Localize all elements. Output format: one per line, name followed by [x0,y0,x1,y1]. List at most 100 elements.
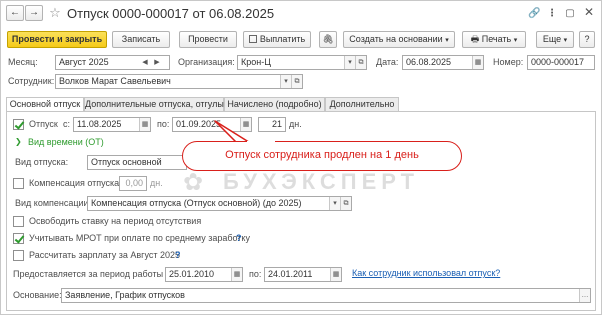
work-period-to-label: по: [249,269,262,279]
window-title: Отпуск 0000-000017 от 06.08.2025 [67,6,275,21]
from-label: с: [63,119,71,129]
compensation-kind-field[interactable]: Компенсация отпуска (Отпуск основной) (д… [87,196,352,211]
more-vert-icon[interactable]: ⋮ [547,7,557,20]
dropdown-icon: ▾ [513,37,518,44]
calc-salary-checkbox[interactable] [13,250,24,261]
star-icon[interactable]: ☆ [48,6,62,19]
tab-additional-vacations[interactable]: Дополнительные отпуска, отгулы [84,97,224,111]
employee-value: Волков Марат Савельевич [59,76,171,86]
date-value: 06.08.2025 [406,57,452,67]
arrow-left-icon[interactable]: ◀ [141,56,149,69]
calendar-icon[interactable]: ▦ [139,118,150,131]
open-icon[interactable]: ⧉ [340,197,351,210]
print-button[interactable]: 🖶 Печать ▾ [462,31,526,48]
open-icon[interactable]: ⧉ [291,75,302,88]
mrot-label: Учитывать МРОТ при оплате по среднему за… [29,233,250,243]
vacation-type-value: Отпуск основной [91,157,162,167]
callout-text: Отпуск сотрудника продлен на 1 день [225,149,419,161]
more-label: Еще [542,34,562,44]
vacation-type-label: Вид отпуска: [15,157,69,167]
work-period-label: Предоставляется за период работы с: [13,269,173,279]
attach-button[interactable]: 🖇 [319,31,337,48]
tab-accrued-detailed[interactable]: Начислено (подробно) [224,97,325,111]
vacation-usage-link[interactable]: Как сотрудник использовал отпуск? [352,268,500,278]
calendar-icon[interactable]: ▦ [330,268,341,281]
work-period-from-value: 25.01.2010 [169,269,215,279]
date-field[interactable]: 06.08.2025 ▦ [402,55,484,70]
watermark-logo-icon: ✿ [183,169,204,196]
open-icon[interactable]: ⧉ [355,56,366,69]
dropdown-icon: ▾ [563,37,568,44]
print-label: Печать [481,34,512,44]
link-icon[interactable]: 🔗 [528,7,540,20]
tab-main-vacation[interactable]: Основной отпуск [6,97,84,112]
work-period-from-field[interactable]: 25.01.2010 ▦ [165,267,243,282]
employee-field[interactable]: Волков Марат Савельевич ▾ ⧉ [55,74,303,89]
free-rate-checkbox[interactable] [13,216,24,227]
time-type-link[interactable]: Вид времени (ОТ) [28,137,104,147]
date-label: Дата: [376,57,399,67]
vacation-type-field[interactable]: Отпуск основной [87,155,187,170]
callout-arrow-joint [247,141,275,143]
number-field[interactable]: 0000-000017 [527,55,595,70]
help-button[interactable]: ? [579,31,595,48]
free-rate-label: Освободить ставку на период отсутствия [29,216,202,226]
expand-chevron-icon[interactable]: ❯ [15,137,22,146]
printer-icon: 🖶 [470,34,480,44]
callout-bubble: Отпуск сотрудника продлен на 1 день [182,141,462,171]
back-button[interactable]: ← [6,5,24,21]
post-button[interactable]: Провести [179,31,237,48]
create-based-on-button[interactable]: Создать на основании ▾ [343,31,455,48]
more-button[interactable]: Еще ▾ [536,31,574,48]
dropdown-icon[interactable]: ▾ [280,75,291,88]
create-based-on-label: Создать на основании [349,34,443,44]
mrot-help-icon[interactable]: ? [236,232,242,245]
organization-field[interactable]: Крон-Ц ▾ ⧉ [237,55,367,70]
work-period-to-value: 24.01.2011 [268,269,313,279]
maximize-icon[interactable]: ▢ [564,7,576,20]
pay-icon [248,35,257,43]
compensation-days-value: 0,00 [125,178,143,188]
number-label: Номер: [493,57,524,67]
calendar-icon[interactable]: ▦ [231,268,242,281]
save-button[interactable]: Записать [112,31,170,48]
tab-additional[interactable]: Дополнительно [325,97,399,111]
arrow-right-icon[interactable]: ▶ [153,56,161,69]
organization-value: Крон-Ц [241,57,271,67]
pay-label: Выплатить [259,34,306,44]
basis-field[interactable]: Заявление, График отпусков … [61,288,591,303]
dropdown-icon[interactable]: ▾ [344,56,355,69]
organization-label: Организация: [178,57,235,67]
close-icon[interactable]: ✕ [583,6,595,19]
work-period-to-field[interactable]: 24.01.2011 ▦ [264,267,342,282]
watermark-text: БУХЭКСПЕРТ [223,169,420,194]
vacation-checkbox[interactable] [13,119,24,130]
calendar-icon[interactable]: ▦ [472,56,483,69]
compensation-kind-label: Вид компенсации: [15,198,92,208]
basis-label: Основание: [13,290,62,300]
from-date-value: 11.08.2025 [77,119,122,129]
title-bar: ← → ☆ Отпуск 0000-000017 от 06.08.2025 🔗… [1,1,601,27]
mrot-checkbox[interactable] [13,233,24,244]
month-value: Август 2025 [59,57,109,67]
to-label: по: [157,119,170,129]
compensation-kind-value: Компенсация отпуска (Отпуск основной) (д… [91,198,302,208]
pay-button[interactable]: Выплатить [243,31,311,48]
compensation-checkbox[interactable] [13,178,24,189]
number-value: 0000-000017 [531,57,585,67]
forward-button[interactable]: → [25,5,43,21]
compensation-days-field[interactable]: 0,00 [119,176,147,191]
from-date-field[interactable]: 11.08.2025 ▦ [73,117,151,132]
calc-salary-help-icon[interactable]: ? [175,249,181,262]
paperclip-icon: 🖇 [322,34,334,44]
more-options-icon[interactable]: … [579,289,590,302]
employee-label: Сотрудник: [8,76,55,86]
dropdown-icon[interactable]: ▾ [329,197,340,210]
compensation-days-unit: дн. [150,178,163,188]
month-label: Месяц: [8,57,38,67]
calc-salary-label: Рассчитать зарплату за Август 2025 [29,250,181,260]
compensation-label: Компенсация отпуска [29,178,120,188]
basis-value: Заявление, График отпусков [65,290,185,300]
post-and-close-button[interactable]: Провести и закрыть [7,31,107,48]
document-window: ← → ☆ Отпуск 0000-000017 от 06.08.2025 🔗… [0,0,602,315]
